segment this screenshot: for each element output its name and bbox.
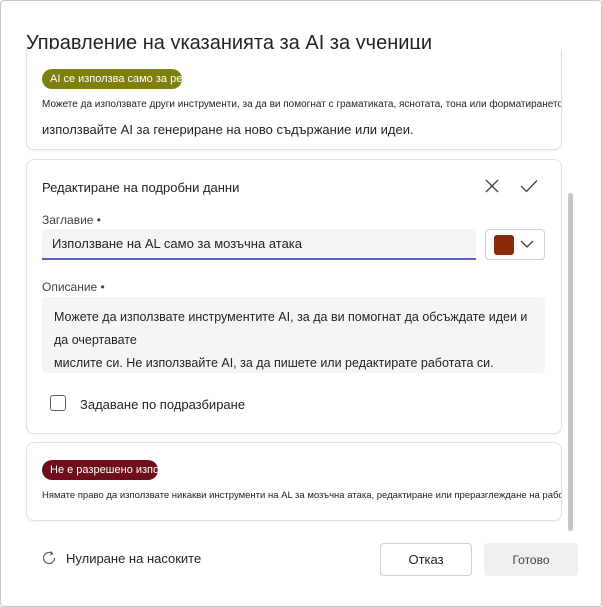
guidance-dialog: Управление на указанията за AI за учениц… [0,0,602,607]
edit-details-heading: Редактиране на подробни данни [42,180,240,195]
color-swatch [494,235,514,255]
checkmark-icon [520,180,538,193]
color-picker-dropdown[interactable] [485,229,545,260]
done-button[interactable]: Готово [484,543,578,576]
refresh-icon [42,551,56,565]
cancel-button[interactable]: Отказ [380,543,472,576]
guidance-card-not-allowed[interactable]: Не е разрешено изпо Нямате право да изпо… [26,442,562,521]
title-field-label: Заглавие • [42,213,101,227]
scrollbar-thumb[interactable] [568,193,573,531]
description-textarea[interactable]: Можете да използвате инструментите AI, з… [42,297,545,373]
close-icon [485,179,499,193]
status-badge-partial: AI се използва само за ре [42,69,182,89]
status-badge-not-allowed: Не е разрешено изпо [42,460,158,480]
guidance-description-line: използвайте AI за генериране на ново съд… [42,122,414,137]
guidance-description-line: Нямате право да използвате никакви инстр… [42,490,562,501]
set-default-label: Задаване по подразбиране [80,397,246,412]
reset-guidance-label: Нулиране на насоките [66,551,202,566]
guidance-card-partial[interactable]: AI се използва само за ре Можете да изпо… [26,49,562,150]
set-default-checkbox[interactable] [50,395,66,411]
guidance-edit-card: Редактиране на подробни данни Заглавие •… [26,159,562,434]
cancel-edit-button[interactable] [480,174,504,198]
title-input[interactable] [42,229,476,260]
chevron-down-icon [520,240,534,248]
save-edit-button[interactable] [517,174,541,198]
guidance-description-line: Можете да използвате други инструменти, … [42,99,562,110]
description-field-label: Описание • [42,280,105,294]
